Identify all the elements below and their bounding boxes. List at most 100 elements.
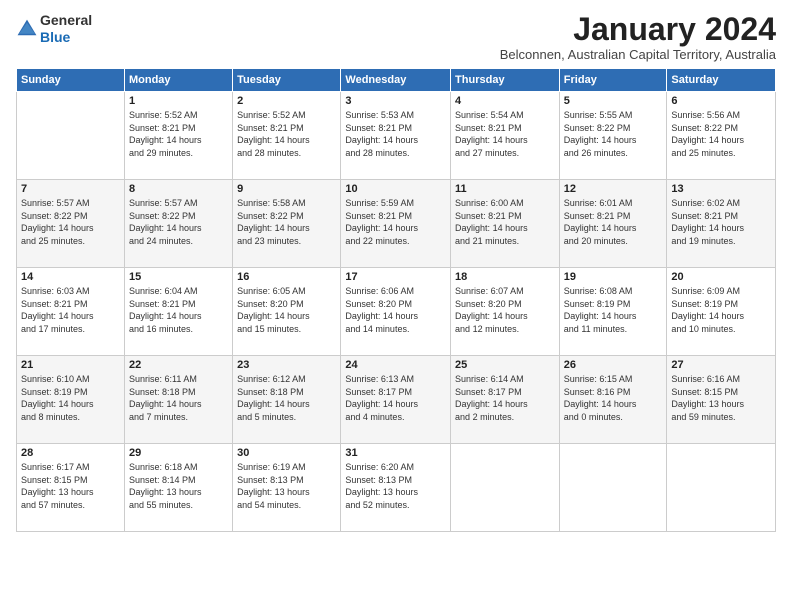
logo-blue: Blue bbox=[40, 29, 92, 46]
calendar-cell: 12 Sunrise: 6:01 AM Sunset: 8:21 PM Dayli… bbox=[559, 180, 667, 268]
day-number: 10 bbox=[345, 183, 446, 195]
header: General Blue January 2024 Belconnen, Aus… bbox=[16, 12, 776, 62]
calendar-cell: 19 Sunrise: 6:08 AM Sunset: 8:19 PM Dayli… bbox=[559, 268, 667, 356]
day-info: Sunrise: 6:14 AM Sunset: 8:17 PM Dayligh… bbox=[455, 373, 555, 423]
month-title: January 2024 bbox=[500, 12, 776, 47]
day-number: 8 bbox=[129, 183, 228, 195]
day-info: Sunrise: 5:59 AM Sunset: 8:21 PM Dayligh… bbox=[345, 197, 446, 247]
day-info: Sunrise: 6:16 AM Sunset: 8:15 PM Dayligh… bbox=[671, 373, 771, 423]
day-info: Sunrise: 6:00 AM Sunset: 8:21 PM Dayligh… bbox=[455, 197, 555, 247]
calendar-cell bbox=[667, 444, 776, 532]
day-info: Sunrise: 6:19 AM Sunset: 8:13 PM Dayligh… bbox=[237, 461, 336, 511]
day-number: 15 bbox=[129, 271, 228, 283]
day-number: 4 bbox=[455, 95, 555, 107]
calendar-cell: 6 Sunrise: 5:56 AM Sunset: 8:22 PM Daylig… bbox=[667, 92, 776, 180]
calendar-week-row: 21 Sunrise: 6:10 AM Sunset: 8:19 PM Dayli… bbox=[17, 356, 776, 444]
day-info: Sunrise: 5:54 AM Sunset: 8:21 PM Dayligh… bbox=[455, 109, 555, 159]
day-number: 5 bbox=[564, 95, 663, 107]
day-number: 6 bbox=[671, 95, 771, 107]
logo: General Blue bbox=[16, 12, 92, 46]
day-info: Sunrise: 5:52 AM Sunset: 8:21 PM Dayligh… bbox=[237, 109, 336, 159]
calendar-cell: 20 Sunrise: 6:09 AM Sunset: 8:19 PM Dayli… bbox=[667, 268, 776, 356]
day-number: 16 bbox=[237, 271, 336, 283]
weekday-header-friday: Friday bbox=[559, 69, 667, 92]
day-info: Sunrise: 6:12 AM Sunset: 8:18 PM Dayligh… bbox=[237, 373, 336, 423]
calendar-cell: 7 Sunrise: 5:57 AM Sunset: 8:22 PM Daylig… bbox=[17, 180, 125, 268]
calendar-week-row: 28Sunrise: 6:17 AM Sunset: 8:15 PM Dayli… bbox=[17, 444, 776, 532]
day-info: Sunrise: 6:06 AM Sunset: 8:20 PM Dayligh… bbox=[345, 285, 446, 335]
day-info: Sunrise: 5:52 AM Sunset: 8:21 PM Dayligh… bbox=[129, 109, 228, 159]
weekday-header-wednesday: Wednesday bbox=[341, 69, 451, 92]
day-number: 7 bbox=[21, 183, 120, 195]
day-info: Sunrise: 6:18 AM Sunset: 8:14 PM Dayligh… bbox=[129, 461, 228, 511]
day-number: 23 bbox=[237, 359, 336, 371]
day-info: Sunrise: 6:04 AM Sunset: 8:21 PM Dayligh… bbox=[129, 285, 228, 335]
day-number: 1 bbox=[129, 95, 228, 107]
calendar-cell: 8 Sunrise: 5:57 AM Sunset: 8:22 PM Daylig… bbox=[124, 180, 232, 268]
calendar-cell: 14 Sunrise: 6:03 AM Sunset: 8:21 PM Dayli… bbox=[17, 268, 125, 356]
day-info: Sunrise: 6:08 AM Sunset: 8:19 PM Dayligh… bbox=[564, 285, 663, 335]
calendar-cell: 22Sunrise: 6:11 AM Sunset: 8:18 PM Dayli… bbox=[124, 356, 232, 444]
day-number: 20 bbox=[671, 271, 771, 283]
day-info: Sunrise: 6:11 AM Sunset: 8:18 PM Dayligh… bbox=[129, 373, 228, 423]
day-number: 3 bbox=[345, 95, 446, 107]
location-subtitle: Belconnen, Australian Capital Territory,… bbox=[500, 47, 776, 62]
day-info: Sunrise: 6:10 AM Sunset: 8:19 PM Dayligh… bbox=[21, 373, 120, 423]
day-number: 26 bbox=[564, 359, 663, 371]
day-info: Sunrise: 6:13 AM Sunset: 8:17 PM Dayligh… bbox=[345, 373, 446, 423]
day-number: 2 bbox=[237, 95, 336, 107]
day-info: Sunrise: 6:03 AM Sunset: 8:21 PM Dayligh… bbox=[21, 285, 120, 335]
day-number: 9 bbox=[237, 183, 336, 195]
calendar-cell: 29 Sunrise: 6:18 AM Sunset: 8:14 PM Dayli… bbox=[124, 444, 232, 532]
weekday-header-monday: Monday bbox=[124, 69, 232, 92]
day-info: Sunrise: 5:58 AM Sunset: 8:22 PM Dayligh… bbox=[237, 197, 336, 247]
calendar-cell bbox=[451, 444, 560, 532]
day-number: 19 bbox=[564, 271, 663, 283]
day-number: 31 bbox=[345, 447, 446, 459]
day-number: 11 bbox=[455, 183, 555, 195]
day-number: 29 bbox=[129, 447, 228, 459]
calendar-week-row: 7 Sunrise: 5:57 AM Sunset: 8:22 PM Daylig… bbox=[17, 180, 776, 268]
calendar-cell: 9 Sunrise: 5:58 AM Sunset: 8:22 PM Daylig… bbox=[233, 180, 341, 268]
calendar-cell: 10 Sunrise: 5:59 AM Sunset: 8:21 PM Dayli… bbox=[341, 180, 451, 268]
calendar-cell: 17Sunrise: 6:06 AM Sunset: 8:20 PM Dayli… bbox=[341, 268, 451, 356]
weekday-header-saturday: Saturday bbox=[667, 69, 776, 92]
day-info: Sunrise: 6:07 AM Sunset: 8:20 PM Dayligh… bbox=[455, 285, 555, 335]
day-info: Sunrise: 5:56 AM Sunset: 8:22 PM Dayligh… bbox=[671, 109, 771, 159]
calendar-cell: 4 Sunrise: 5:54 AM Sunset: 8:21 PM Daylig… bbox=[451, 92, 560, 180]
day-info: Sunrise: 5:57 AM Sunset: 8:22 PM Dayligh… bbox=[129, 197, 228, 247]
calendar-cell: 30 Sunrise: 6:19 AM Sunset: 8:13 PM Dayli… bbox=[233, 444, 341, 532]
calendar-cell: 18Sunrise: 6:07 AM Sunset: 8:20 PM Dayli… bbox=[451, 268, 560, 356]
day-number: 25 bbox=[455, 359, 555, 371]
calendar-cell: 13Sunrise: 6:02 AM Sunset: 8:21 PM Dayli… bbox=[667, 180, 776, 268]
calendar-cell: 26 Sunrise: 6:15 AM Sunset: 8:16 PM Dayli… bbox=[559, 356, 667, 444]
calendar-cell: 2 Sunrise: 5:52 AM Sunset: 8:21 PM Daylig… bbox=[233, 92, 341, 180]
calendar-week-row: 1 Sunrise: 5:52 AM Sunset: 8:21 PM Daylig… bbox=[17, 92, 776, 180]
day-number: 30 bbox=[237, 447, 336, 459]
calendar-table: SundayMondayTuesdayWednesdayThursdayFrid… bbox=[16, 68, 776, 532]
calendar-cell: 27Sunrise: 6:16 AM Sunset: 8:15 PM Dayli… bbox=[667, 356, 776, 444]
day-info: Sunrise: 6:09 AM Sunset: 8:19 PM Dayligh… bbox=[671, 285, 771, 335]
calendar-cell bbox=[559, 444, 667, 532]
logo-general: General bbox=[40, 12, 92, 29]
day-info: Sunrise: 5:53 AM Sunset: 8:21 PM Dayligh… bbox=[345, 109, 446, 159]
day-info: Sunrise: 5:57 AM Sunset: 8:22 PM Dayligh… bbox=[21, 197, 120, 247]
calendar-cell bbox=[17, 92, 125, 180]
day-info: Sunrise: 6:05 AM Sunset: 8:20 PM Dayligh… bbox=[237, 285, 336, 335]
day-number: 14 bbox=[21, 271, 120, 283]
title-block: January 2024 Belconnen, Australian Capit… bbox=[500, 12, 776, 62]
weekday-header-thursday: Thursday bbox=[451, 69, 560, 92]
day-info: Sunrise: 5:55 AM Sunset: 8:22 PM Dayligh… bbox=[564, 109, 663, 159]
day-info: Sunrise: 6:01 AM Sunset: 8:21 PM Dayligh… bbox=[564, 197, 663, 247]
logo-icon bbox=[16, 18, 38, 40]
day-info: Sunrise: 6:20 AM Sunset: 8:13 PM Dayligh… bbox=[345, 461, 446, 511]
day-info: Sunrise: 6:02 AM Sunset: 8:21 PM Dayligh… bbox=[671, 197, 771, 247]
calendar-cell: 1 Sunrise: 5:52 AM Sunset: 8:21 PM Daylig… bbox=[124, 92, 232, 180]
calendar-cell: 5 Sunrise: 5:55 AM Sunset: 8:22 PM Daylig… bbox=[559, 92, 667, 180]
day-number: 24 bbox=[345, 359, 446, 371]
day-info: Sunrise: 6:15 AM Sunset: 8:16 PM Dayligh… bbox=[564, 373, 663, 423]
calendar-week-row: 14 Sunrise: 6:03 AM Sunset: 8:21 PM Dayli… bbox=[17, 268, 776, 356]
day-number: 21 bbox=[21, 359, 120, 371]
calendar-cell: 23 Sunrise: 6:12 AM Sunset: 8:18 PM Dayli… bbox=[233, 356, 341, 444]
day-number: 12 bbox=[564, 183, 663, 195]
